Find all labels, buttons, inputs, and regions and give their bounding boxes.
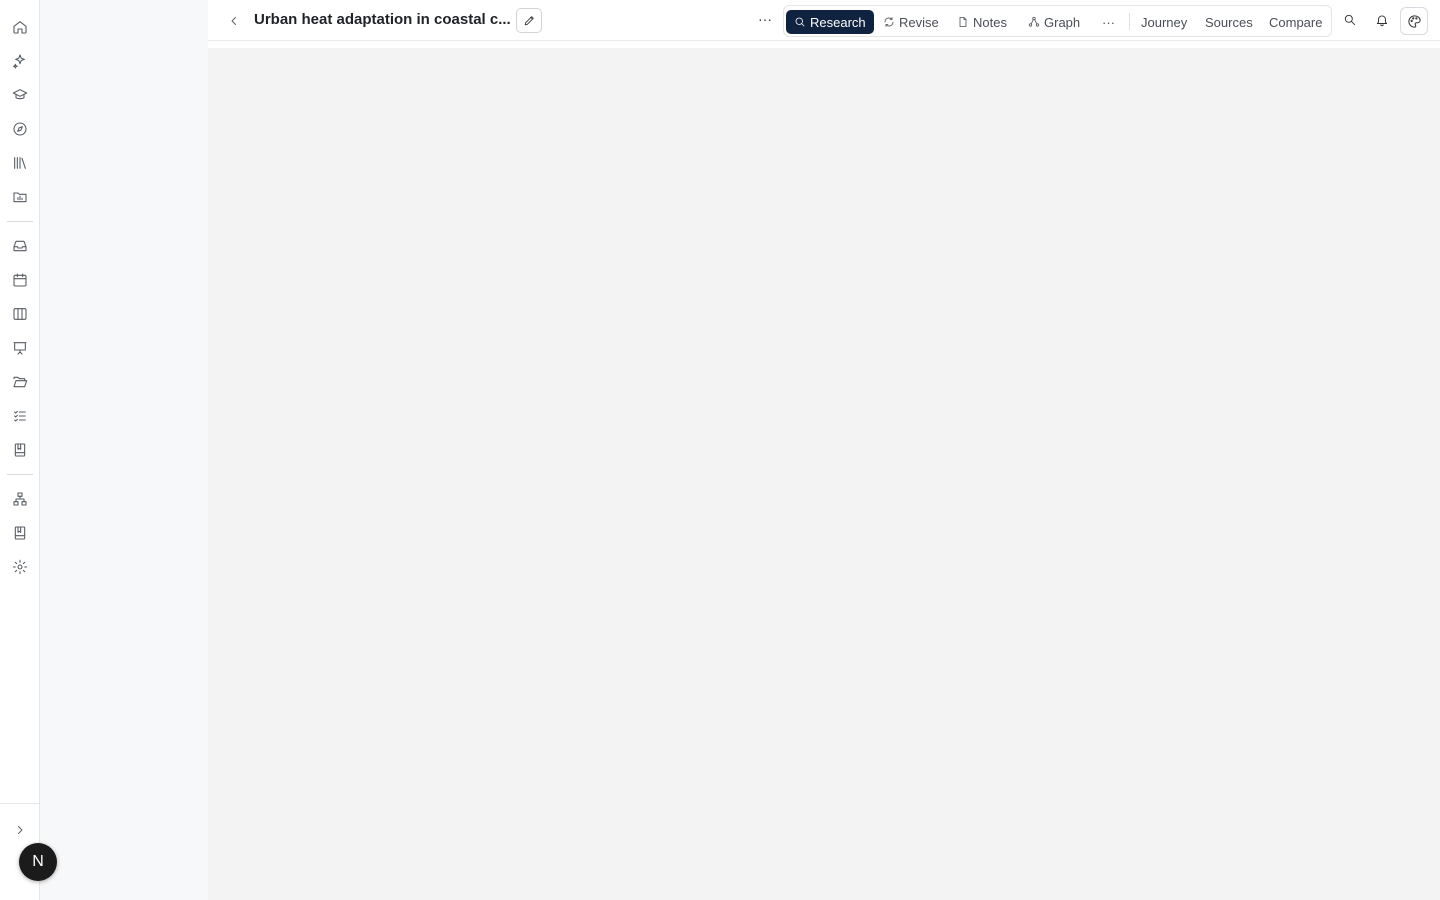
library-icon[interactable]: [11, 154, 29, 172]
sparkles-icon[interactable]: [11, 52, 29, 70]
edit-title-button[interactable]: [516, 8, 542, 33]
inbox-icon[interactable]: [11, 237, 29, 255]
back-button[interactable]: [225, 12, 243, 30]
settings-icon[interactable]: [11, 558, 29, 576]
refresh-icon: [884, 17, 894, 27]
search-icon: [1344, 14, 1356, 26]
checklist-icon[interactable]: [11, 407, 29, 425]
tab-revise[interactable]: Revise: [883, 10, 939, 34]
more-options-button[interactable]: ···: [755, 10, 775, 30]
rail-footer-divider: [0, 803, 40, 804]
tab-more-button[interactable]: ···: [1102, 10, 1115, 34]
presentation-icon[interactable]: [11, 339, 29, 357]
palette-icon: [1407, 14, 1421, 28]
main-content: [208, 48, 1440, 900]
columns-icon[interactable]: [11, 305, 29, 323]
mode-tabs: Research Revise Notes Graph ··· Journey …: [783, 5, 1332, 37]
tab-graph[interactable]: Graph: [1028, 10, 1080, 34]
graduation-cap-icon[interactable]: [11, 86, 29, 104]
avatar[interactable]: N: [19, 843, 57, 881]
tab-label: Graph: [1044, 14, 1081, 30]
tab-label: Research: [810, 14, 866, 30]
tab-sources[interactable]: Sources: [1205, 10, 1253, 34]
tab-notes[interactable]: Notes: [957, 10, 1007, 34]
side-panel: [40, 0, 208, 900]
notebook-icon[interactable]: [11, 441, 29, 459]
left-rail: [0, 0, 40, 900]
home-icon[interactable]: [11, 18, 29, 36]
tab-divider: [1129, 13, 1130, 30]
sitemap-icon[interactable]: [11, 490, 29, 508]
calendar-icon[interactable]: [11, 271, 29, 289]
compass-icon[interactable]: [11, 120, 29, 138]
theme-button[interactable]: [1400, 7, 1428, 35]
tab-compare[interactable]: Compare: [1269, 10, 1322, 34]
tab-journey[interactable]: Journey: [1141, 10, 1187, 34]
graph-icon: [1028, 16, 1040, 27]
expand-sidebar-button[interactable]: [11, 821, 29, 839]
rail-divider: [7, 221, 33, 222]
notifications-button[interactable]: [1373, 11, 1391, 29]
folder-chart-icon[interactable]: [11, 188, 29, 206]
book-icon[interactable]: [11, 524, 29, 542]
file-icon: [959, 17, 967, 27]
pencil-icon: [524, 16, 534, 26]
page-title: Urban heat adaptation in coastal c...: [254, 11, 510, 28]
bell-icon: [1376, 15, 1388, 27]
folder-open-icon[interactable]: [11, 373, 29, 391]
tab-research[interactable]: Research: [786, 10, 874, 34]
tab-label: Notes: [973, 14, 1007, 30]
tab-label: Revise: [899, 14, 939, 30]
toolbar-gap: [208, 41, 1440, 48]
rail-divider: [7, 474, 33, 475]
search-button[interactable]: [1341, 11, 1359, 29]
search-icon: [795, 17, 805, 27]
